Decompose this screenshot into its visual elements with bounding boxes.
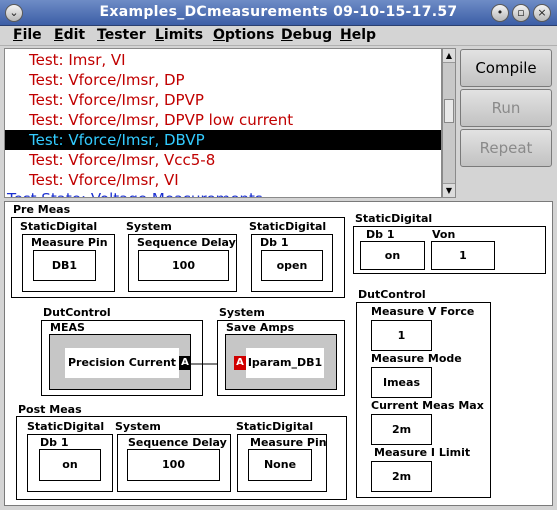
post-sequence-delay-value[interactable]: 100 xyxy=(127,449,220,481)
title-bar: ⌄ Examples_DCmeasurements 09-10-15-17.57… xyxy=(0,0,557,26)
menu-debug-label: ebug xyxy=(292,27,333,43)
dutcontrol-right-block[interactable]: Measure V Force 1 Measure Mode Imeas Cur… xyxy=(356,302,491,498)
menu-help-mnemonic: H xyxy=(340,27,352,43)
menu-tester[interactable]: Tester xyxy=(97,27,146,43)
close-icon[interactable]: × xyxy=(533,4,551,22)
measure-i-limit-label: Measure I Limit xyxy=(374,446,471,459)
menu-help[interactable]: Help xyxy=(340,27,376,43)
maximize-icon[interactable]: ▫ xyxy=(512,4,530,22)
list-item-selected[interactable]: Test: Vforce/Imsr, DBVP xyxy=(5,130,441,150)
scroll-down-icon[interactable]: ▼ xyxy=(443,183,455,197)
measure-v-force-value[interactable]: 1 xyxy=(371,320,432,351)
menu-file-mnemonic: F xyxy=(13,27,23,43)
current-meas-max-value[interactable]: 2m xyxy=(371,414,432,445)
post-measure-pin-block[interactable]: Measure Pin None xyxy=(237,434,327,492)
system-save-amps-header: System xyxy=(219,306,265,319)
menu-options-mnemonic: O xyxy=(213,27,225,43)
scroll-up-icon[interactable]: ▲ xyxy=(443,49,455,63)
post-measure-pin-value[interactable]: None xyxy=(248,449,312,481)
post-meas-header-1: System xyxy=(115,420,161,433)
window-title: Examples_DCmeasurements 09-10-15-17.57 xyxy=(99,4,458,20)
menu-tester-mnemonic: T xyxy=(97,27,105,43)
measure-i-limit-value[interactable]: 2m xyxy=(371,461,432,492)
iparam-db1-value[interactable]: Iparam_DB1 xyxy=(246,348,324,378)
list-item[interactable]: Test: Vforce/Imsr, DPVP low current xyxy=(5,110,441,130)
minimize-icon[interactable]: • xyxy=(491,4,509,22)
measure-v-force-label: Measure V Force xyxy=(371,305,475,318)
menu-options-label: ptions xyxy=(224,27,275,43)
menu-options[interactable]: Options xyxy=(213,27,274,43)
post-measure-pin-label: Measure Pin xyxy=(250,436,327,449)
post-meas-header-0: StaticDigital xyxy=(27,420,105,433)
list-item[interactable]: Test: Vforce/Imsr, DP xyxy=(5,70,441,90)
menu-limits-label: imits xyxy=(163,27,204,43)
menu-limits[interactable]: Limits xyxy=(155,27,203,43)
list-item[interactable]: Test: Imsr, VI xyxy=(5,50,441,70)
save-amps-gray-area: A Iparam_DB1 xyxy=(225,334,337,390)
input-port-a[interactable]: A xyxy=(234,356,246,370)
measure-mode-label: Measure Mode xyxy=(371,352,462,365)
scroll-thumb[interactable] xyxy=(444,99,454,123)
post-sequence-delay-block[interactable]: Sequence Delay 100 xyxy=(117,434,231,492)
menu-edit[interactable]: Edit xyxy=(54,27,85,43)
post-sequence-delay-label: Sequence Delay xyxy=(128,436,227,449)
menu-limits-mnemonic: L xyxy=(155,27,164,43)
test-flow-canvas: Pre Meas StaticDigital Measure Pin DB1 S… xyxy=(4,201,553,506)
repeat-button[interactable]: Repeat xyxy=(460,129,552,167)
list-item[interactable]: Test: Vforce/Imsr, Vcc5-8 xyxy=(5,150,441,170)
dutcontrol-right-header: DutControl xyxy=(358,288,426,301)
list-item-test-state[interactable]: Test State: Voltage Measurements xyxy=(5,189,441,197)
list-item[interactable]: Test: Vforce/Imsr, VI xyxy=(5,170,441,190)
menu-bar: File Edit Tester Limits Options Debug He… xyxy=(0,26,557,46)
post-meas-group: StaticDigital Db 1 on System Sequence De… xyxy=(16,416,347,500)
menu-help-label: elp xyxy=(351,27,377,43)
menu-file-label: ile xyxy=(22,27,42,43)
current-meas-max-label: Current Meas Max xyxy=(371,399,484,412)
post-db1-label: Db 1 xyxy=(40,436,69,449)
post-db1-block[interactable]: Db 1 on xyxy=(27,434,113,492)
menu-file[interactable]: File xyxy=(13,27,42,43)
menu-edit-mnemonic: E xyxy=(54,27,64,43)
post-meas-title: Post Meas xyxy=(18,403,82,416)
menu-debug-mnemonic: D xyxy=(281,27,293,43)
measure-mode-value[interactable]: Imeas xyxy=(371,367,432,398)
save-amps-label: Save Amps xyxy=(226,321,295,334)
vertical-scrollbar[interactable]: ▲ ▼ xyxy=(442,48,456,198)
post-db1-value[interactable]: on xyxy=(39,449,101,481)
menu-debug[interactable]: Debug xyxy=(281,27,332,43)
compile-button[interactable]: Compile xyxy=(460,49,552,87)
system-save-amps-block[interactable]: Save Amps A Iparam_DB1 xyxy=(217,320,345,396)
test-list[interactable]: Test: Imsr, VI Test: Vforce/Imsr, DP Tes… xyxy=(4,48,442,198)
list-item[interactable]: Test: Vforce/Imsr, DPVP xyxy=(5,90,441,110)
menu-tester-label: ester xyxy=(104,27,146,43)
post-meas-header-2: StaticDigital xyxy=(236,420,314,433)
run-button[interactable]: Run xyxy=(460,89,552,127)
menu-edit-label: dit xyxy=(63,27,86,43)
